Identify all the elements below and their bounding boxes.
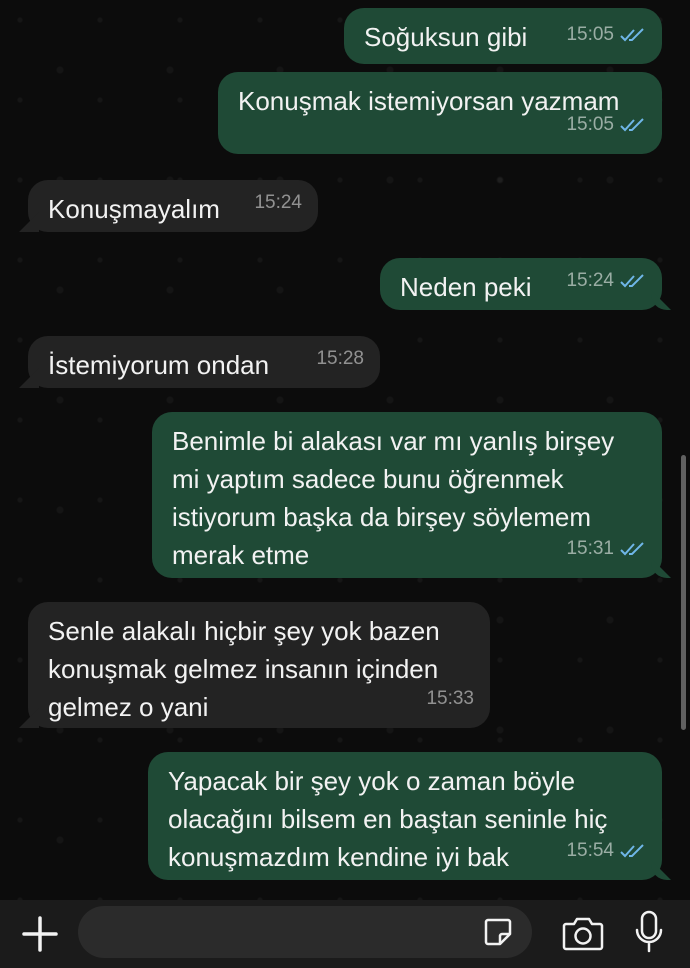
message-meta: 15:33	[426, 680, 474, 718]
message-time: 15:24	[566, 270, 614, 291]
message-input[interactable]	[100, 906, 474, 960]
message-time: 15:31	[566, 538, 614, 559]
plus-icon[interactable]	[20, 914, 60, 954]
message-bubble-outgoing[interactable]: Soğuksun gibi 15:05	[344, 8, 662, 64]
message-time: 15:24	[254, 192, 302, 213]
double-check-icon	[620, 28, 644, 42]
double-check-icon	[620, 844, 644, 858]
microphone-icon[interactable]	[634, 910, 664, 954]
message-bubble-incoming[interactable]: Konuşmayalım 15:24	[28, 180, 318, 232]
message-time: 15:05	[566, 24, 614, 45]
message-text: Senle alakalı hiçbir şey yok bazen konuş…	[48, 616, 440, 722]
camera-icon[interactable]	[562, 914, 604, 952]
message-bubble-incoming[interactable]: Senle alakalı hiçbir şey yok bazen konuş…	[28, 602, 490, 728]
message-bubble-incoming[interactable]: İstemiyorum ondan 15:28	[28, 336, 380, 388]
sticker-icon[interactable]	[482, 916, 514, 948]
double-check-icon	[620, 118, 644, 132]
message-bubble-outgoing[interactable]: Neden peki 15:24	[380, 258, 662, 310]
message-meta: 15:05	[566, 16, 646, 54]
message-composer-bar	[0, 900, 690, 968]
scroll-indicator[interactable]	[681, 455, 686, 730]
message-meta: 15:54	[566, 832, 646, 870]
message-time: 15:54	[566, 840, 614, 861]
double-check-icon	[620, 542, 644, 556]
message-bubble-outgoing[interactable]: Benimle bi alakası var mı yanlış birşey …	[152, 412, 662, 578]
message-meta: 15:05	[566, 106, 646, 144]
message-input-container[interactable]	[78, 906, 532, 960]
message-bubble-outgoing[interactable]: Konuşmak istemiyorsan yazmam 15:05	[218, 72, 662, 154]
message-meta: 15:31	[566, 530, 646, 568]
message-meta: 15:24	[566, 262, 646, 300]
message-time: 15:33	[426, 688, 474, 709]
message-time: 15:28	[316, 348, 364, 369]
double-check-icon	[620, 274, 644, 288]
message-meta: 15:24	[254, 184, 302, 222]
message-meta: 15:28	[316, 340, 364, 378]
message-bubble-outgoing[interactable]: Yapacak bir şey yok o zaman böyle olacağ…	[148, 752, 662, 880]
message-time: 15:05	[566, 114, 614, 135]
